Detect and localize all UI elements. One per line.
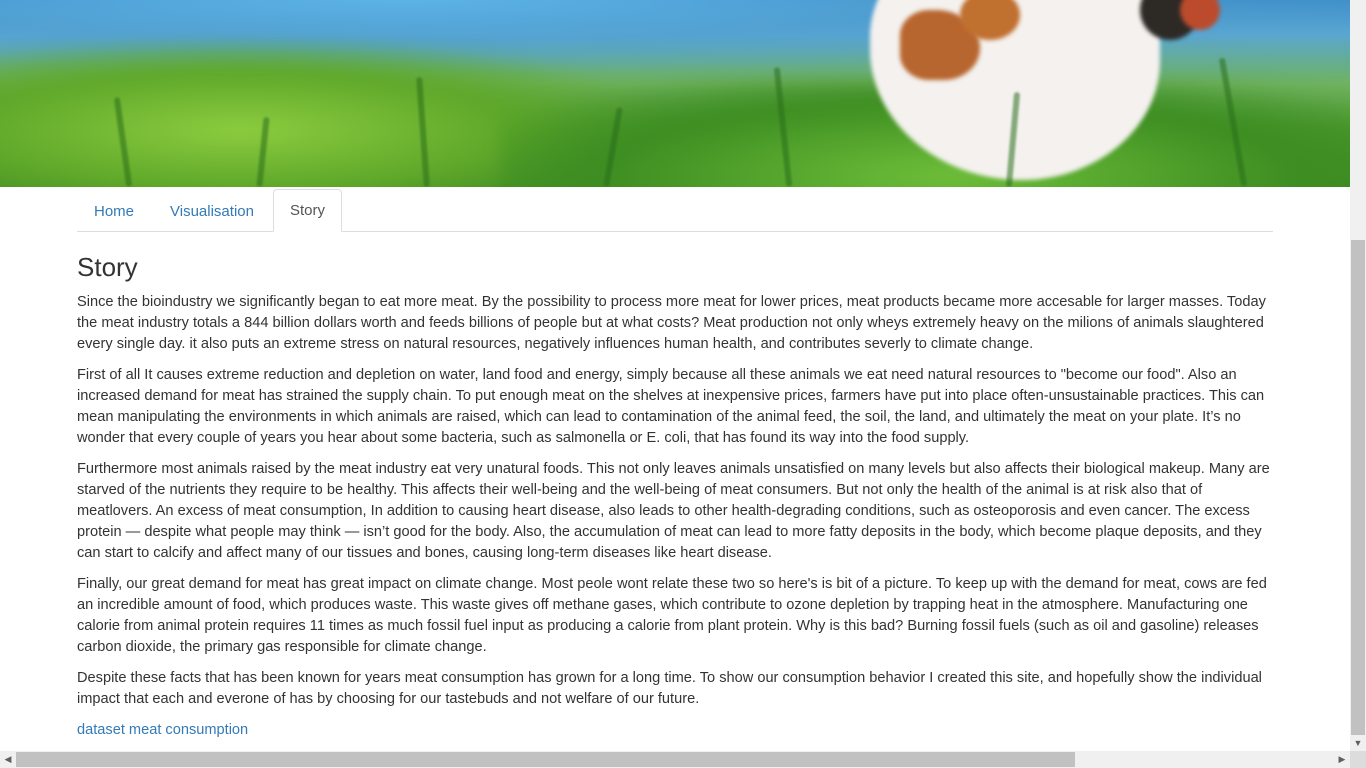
triangle-down-icon[interactable]: ▼: [1350, 735, 1366, 751]
story-paragraph: Since the bioindustry we significantly b…: [77, 294, 1266, 352]
nav-tabs: Home Visualisation Story: [77, 188, 1273, 232]
dataset-link[interactable]: dataset meat consumption: [77, 722, 248, 738]
vertical-scroll-thumb[interactable]: [1351, 240, 1365, 735]
horizontal-scrollbar[interactable]: ◀ ▶: [0, 751, 1350, 768]
page-viewport: Home Visualisation Story Story Since the…: [0, 0, 1350, 751]
tab-visualisation[interactable]: Visualisation: [153, 191, 271, 232]
horizontal-scroll-thumb[interactable]: [16, 752, 1075, 767]
triangle-left-icon[interactable]: ◀: [0, 751, 16, 768]
tab-story[interactable]: Story: [272, 189, 342, 232]
story-section: Story Since the bioindustry we significa…: [77, 244, 1275, 741]
story-paragraph: Despite these facts that has been known …: [77, 670, 1262, 707]
tab-home[interactable]: Home: [77, 191, 151, 232]
story-heading: Story: [77, 252, 138, 282]
story-paragraph: Finally, our great demand for meat has g…: [77, 576, 1267, 655]
story-paragraph: Furthermore most animals raised by the m…: [77, 461, 1270, 561]
triangle-right-icon[interactable]: ▶: [1334, 751, 1350, 768]
vertical-scrollbar[interactable]: ▼: [1350, 0, 1366, 751]
scrollbar-corner: [1350, 751, 1366, 768]
story-paragraph: First of all It causes extreme reduction…: [77, 367, 1265, 446]
hero-banner-image: [0, 0, 1350, 187]
